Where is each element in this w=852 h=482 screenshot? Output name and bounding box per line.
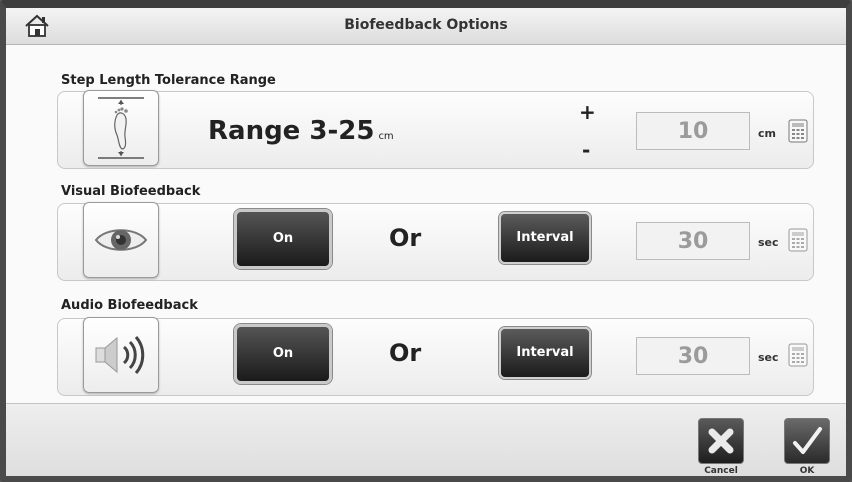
audio-unit: sec [758,351,779,364]
page-title: Biofeedback Options [344,17,508,33]
audio-interval-field[interactable]: 30 [636,337,750,375]
close-icon [708,428,734,454]
visual-or-text: Or [389,224,422,252]
visual-panel: On Or Interval 30 sec [57,202,814,281]
audio-label: Audio Biofeedback [61,298,198,313]
cancel-label: Cancel [704,466,738,476]
options-content: Step Length Tolerance Range Range 3-25 c… [6,45,846,403]
action-bar: Cancel OK [6,403,846,476]
step-length-panel: Range 3-25 cm + - 10 cm [57,90,814,169]
cancel-button[interactable] [698,418,744,464]
calculator-icon[interactable] [788,343,808,367]
step-length-unit: cm [758,127,776,140]
footprint-icon [83,90,159,166]
ok-label: OK [799,466,815,476]
audio-on-button[interactable]: On [234,324,332,384]
decrease-button[interactable]: - [582,138,590,162]
step-length-value-field[interactable]: 10 [636,112,750,150]
visual-unit: sec [758,236,779,249]
app-window: Biofeedback Options Step Length Toleranc… [0,0,852,482]
range-value-text: Range 3-25 [208,116,375,146]
increase-button[interactable]: + [579,100,596,124]
visual-label: Visual Biofeedback [61,184,201,199]
range-text: Range 3-25 cm [208,116,394,146]
title-bar: Biofeedback Options [6,8,846,45]
audio-interval-button[interactable]: Interval [499,327,591,379]
audio-panel: On Or Interval 30 sec [57,317,814,396]
visual-interval-field[interactable]: 30 [636,222,750,260]
visual-on-button[interactable]: On [234,209,332,269]
eye-icon [83,202,159,278]
calculator-icon[interactable] [788,119,808,143]
speaker-icon [83,317,159,393]
visual-interval-button[interactable]: Interval [499,212,591,264]
ok-button[interactable] [784,418,830,464]
calculator-icon[interactable] [788,228,808,252]
audio-or-text: Or [389,339,422,367]
checkmark-icon [793,427,822,454]
range-unit: cm [378,131,394,142]
step-length-label: Step Length Tolerance Range [61,73,276,88]
